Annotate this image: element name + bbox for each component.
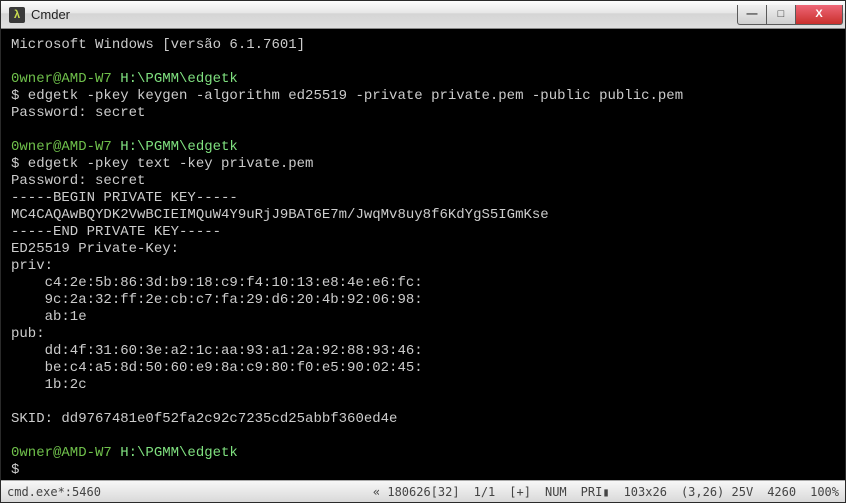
app-icon: λ [9,7,25,23]
status-size: 103x26 [624,485,667,499]
out-line: -----END PRIVATE KEY----- [11,224,221,240]
command-line: $ edgetk -pkey keygen -algorithm ed25519… [11,88,683,104]
prompt-user: 0wner@AMD-W7 [11,139,120,155]
terminal-output[interactable]: Microsoft Windows [versão 6.1.7601] 0wne… [1,29,845,480]
command-line: $ edgetk -pkey text -key private.pem [11,156,313,172]
out-line: dd:4f:31:60:3e:a2:1c:aa:93:a1:2a:92:88:9… [11,343,423,359]
out-line: Password: secret [11,173,145,189]
out-line: -----BEGIN PRIVATE KEY----- [11,190,238,206]
out-line: priv: [11,258,53,274]
status-seg: 1/1 [474,485,496,499]
prompt-path: H:\PGMM\edgetk [120,445,238,461]
out-line: be:c4:a5:8d:50:60:e9:8a:c9:80:f0:e5:90:0… [11,360,423,376]
close-button[interactable]: X [795,5,843,25]
prompt-user: 0wner@AMD-W7 [11,71,120,87]
out-line: 1b:2c [11,377,87,393]
out-line: SKID: dd9767481e0f52fa2c92c7235cd25abbf3… [11,411,397,427]
prompt-user: 0wner@AMD-W7 [11,445,120,461]
out-line [11,54,19,70]
out-line [11,122,19,138]
status-seg: 4260 [767,485,796,499]
out-line: MC4CAQAwBQYDK2VwBCIEIMQuW4Y9uRjJ9BAT6E7m… [11,207,549,223]
status-seg: PRI▮ [581,485,610,499]
status-bar: cmd.exe*:5460 « 180626[32] 1/1 [+] NUM P… [1,480,845,502]
minimize-button[interactable]: — [737,5,767,25]
prompt-path: H:\PGMM\edgetk [120,139,238,155]
app-window: λ Cmder — □ X Microsoft Windows [versão … [0,0,846,503]
command-line: $ [11,462,19,478]
window-title: Cmder [31,7,737,22]
out-line: 9c:2a:32:ff:2e:cb:c7:fa:29:d6:20:4b:92:0… [11,292,423,308]
out-line: c4:2e:5b:86:3d:b9:18:c9:f4:10:13:e8:4e:e… [11,275,423,291]
out-line: Microsoft Windows [versão 6.1.7601] [11,37,305,53]
maximize-button[interactable]: □ [766,5,796,25]
status-numlock: NUM [545,485,567,499]
status-cursor: (3,26) 25V [681,485,753,499]
window-buttons: — □ X [737,5,843,25]
status-process[interactable]: cmd.exe*:5460 [7,485,359,499]
out-line [11,394,19,410]
out-line: Password: secret [11,105,145,121]
status-seg[interactable]: [+] [509,485,531,499]
status-seg: « 180626[32] [373,485,460,499]
out-line: pub: [11,326,45,342]
out-line [11,428,19,444]
prompt-path: H:\PGMM\edgetk [120,71,238,87]
titlebar[interactable]: λ Cmder — □ X [1,1,845,29]
out-line: ab:1e [11,309,87,325]
out-line: ED25519 Private-Key: [11,241,179,257]
status-zoom: 100% [810,485,839,499]
